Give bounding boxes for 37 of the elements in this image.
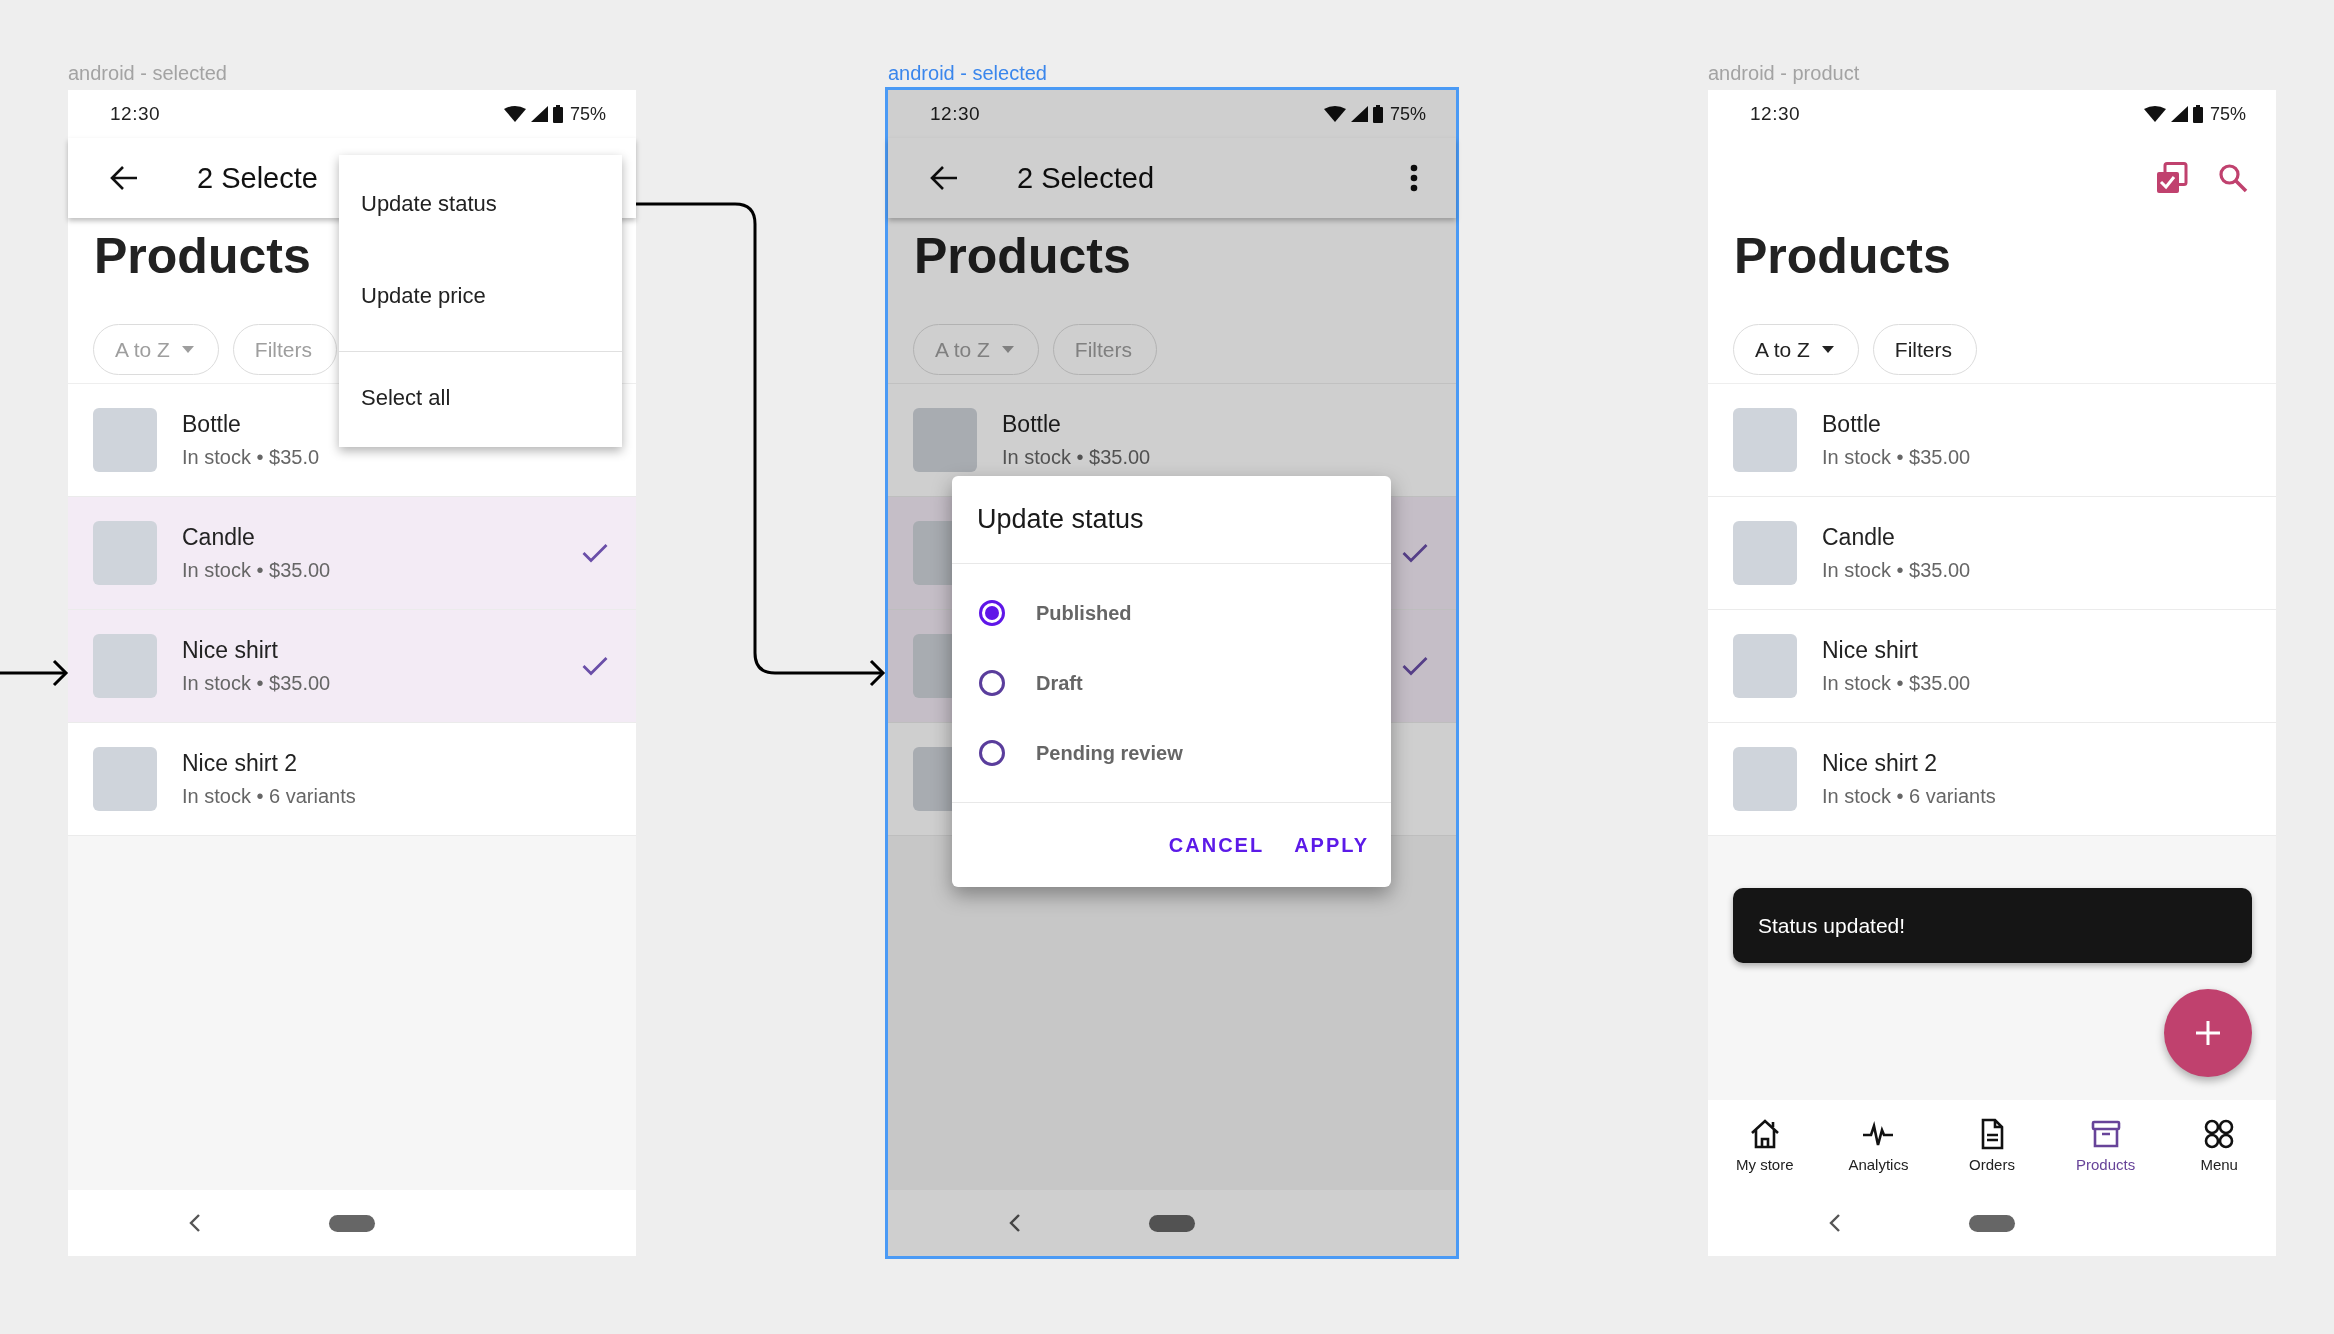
option-label: Published [1036,601,1132,625]
product-detail: In stock • $35.00 [1822,557,1972,583]
product-detail: In stock • $35.0 [182,444,321,470]
product-detail: In stock • $35.00 [182,557,332,583]
battery-percent: 75% [2209,103,2246,125]
product-name: Nice shirt 2 [1822,748,1939,778]
product-name: Bottle [182,409,242,439]
product-name: Nice shirt [182,635,279,665]
page-title: Products [913,227,1132,286]
product-detail: In stock • $35.00 [182,670,332,696]
product-name: Bottle [1822,409,1882,439]
product-name: Nice shirt 2 [182,748,299,778]
product-detail: In stock • $35.00 [1822,444,1972,470]
battery-percent: 75% [569,103,606,125]
page-title: Products [93,227,312,286]
selection-title: 2 Selecte [197,161,318,195]
status-time: 12:30 [110,103,161,125]
frame-label: android - selected [68,61,228,86]
product-detail: In stock • $35.00 [1002,444,1152,470]
option-label: Draft [1036,671,1083,695]
product-detail: In stock • 6 variants [182,783,357,809]
page-title: Products [1733,227,1952,286]
selection-title: 2 Selected [1017,161,1155,195]
snackbar: Status updated! [1733,888,2252,963]
product-detail: In stock • $35.00 [1822,670,1972,696]
product-name: Candle [182,522,256,552]
frame-label: android - product [1708,61,1861,86]
status-time: 12:30 [930,103,981,125]
dialog-title: Update status [952,476,1391,564]
product-name: Bottle [1002,409,1062,439]
status-time: 12:30 [1750,103,1801,125]
frame-label: android - selected [888,61,1048,86]
option-label: Pending review [1036,741,1183,765]
product-name: Candle [1822,522,1896,552]
product-detail: In stock • 6 variants [1822,783,1997,809]
product-name: Nice shirt [1822,635,1919,665]
battery-percent: 75% [1389,103,1426,125]
